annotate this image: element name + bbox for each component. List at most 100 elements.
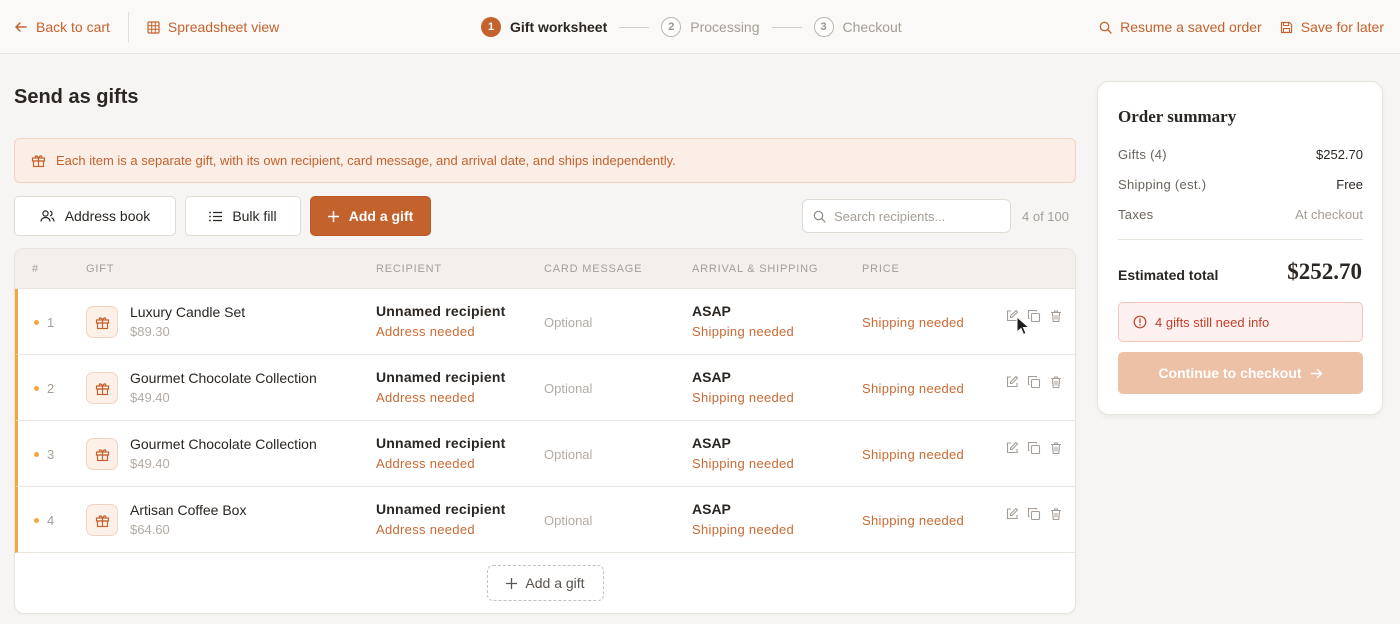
save-for-later-link[interactable]: Save for later xyxy=(1280,19,1384,35)
summary-divider xyxy=(1118,239,1363,240)
top-bar: Back to cart Spreadsheet view 1 Gift wor… xyxy=(0,0,1400,54)
gift-thumbnail xyxy=(86,438,118,470)
arrival-date[interactable]: ASAP xyxy=(692,369,731,385)
gift-thumbnail xyxy=(86,504,118,536)
shipping-status: Shipping needed xyxy=(692,456,795,471)
arrow-left-icon xyxy=(15,22,27,32)
edit-icon[interactable] xyxy=(1005,507,1019,521)
price-status: Shipping needed xyxy=(862,447,965,462)
card-message-field[interactable]: Optional xyxy=(544,447,592,462)
step-processing[interactable]: 2 Processing xyxy=(661,17,760,37)
header-gift: GIFT xyxy=(86,263,115,275)
search-input[interactable] xyxy=(834,208,1004,224)
trash-icon[interactable] xyxy=(1049,309,1063,323)
header-recipient: RECIPIENT xyxy=(376,263,442,275)
back-to-cart-link[interactable]: Back to cart xyxy=(14,19,110,35)
card-message-field[interactable]: Optional xyxy=(544,315,592,330)
recipient-status: Address needed xyxy=(376,390,475,405)
grid-icon xyxy=(147,20,160,34)
gift-name: Artisan Coffee Box xyxy=(130,502,247,518)
total-value: $252.70 xyxy=(1287,259,1362,284)
recipient-name[interactable]: Unnamed recipient xyxy=(376,435,505,451)
card-message-field[interactable]: Optional xyxy=(544,381,592,396)
recipient-name[interactable]: Unnamed recipient xyxy=(376,303,505,319)
trash-icon[interactable] xyxy=(1049,507,1063,521)
row-actions xyxy=(1005,507,1063,521)
duplicate-icon[interactable] xyxy=(1027,507,1041,521)
step-connector xyxy=(619,26,650,28)
toolbar: Address book Bulk fill Add a gift xyxy=(14,196,431,236)
step-connector xyxy=(771,26,802,28)
result-count: 4 of 100 xyxy=(1022,209,1069,224)
table-row[interactable]: 3 Gourmet Chocolate Collection $49.40 Un… xyxy=(15,421,1075,487)
recipient-status: Address needed xyxy=(376,324,475,339)
status-dot xyxy=(34,320,39,325)
missing-info-text: 4 gifts still need info xyxy=(1155,314,1270,330)
arrival-date[interactable]: ASAP xyxy=(692,435,731,451)
step-number: 3 xyxy=(813,17,834,37)
gift-price: $64.60 xyxy=(130,522,170,537)
top-bar-left: Back to cart Spreadsheet view xyxy=(14,0,279,54)
row-actions xyxy=(1005,441,1063,455)
duplicate-icon[interactable] xyxy=(1027,375,1041,389)
address-book-button[interactable]: Address book xyxy=(14,196,176,236)
recipient-name[interactable]: Unnamed recipient xyxy=(376,501,505,517)
gift-icon xyxy=(95,382,109,395)
duplicate-icon[interactable] xyxy=(1027,441,1041,455)
spreadsheet-view-label: Spreadsheet view xyxy=(167,19,280,35)
plus-icon xyxy=(506,577,518,589)
table-row[interactable]: 4 Artisan Coffee Box $64.60 Unnamed reci… xyxy=(15,487,1075,553)
gift-icon xyxy=(95,448,109,461)
status-dot xyxy=(34,518,39,523)
bulk-fill-button[interactable]: Bulk fill xyxy=(185,196,301,236)
step-gift-worksheet[interactable]: 1 Gift worksheet xyxy=(481,17,607,37)
order-summary-card: Order summary Gifts (4) $252.70 Shipping… xyxy=(1097,81,1383,415)
gift-price: $49.40 xyxy=(130,390,170,405)
table-row[interactable]: 2 Gourmet Chocolate Collection $49.40 Un… xyxy=(15,355,1075,421)
gift-thumbnail xyxy=(86,372,118,404)
step-number: 2 xyxy=(661,17,682,37)
step-checkout[interactable]: 3 Checkout xyxy=(813,17,902,37)
spreadsheet-view-link[interactable]: Spreadsheet view xyxy=(147,19,279,35)
save-icon xyxy=(1280,21,1292,33)
recipient-status: Address needed xyxy=(376,522,475,537)
list-icon xyxy=(209,211,223,221)
arrow-right-icon xyxy=(1310,368,1322,378)
table-row[interactable]: 1 Luxury Candle Set $89.30 Unnamed recip… xyxy=(15,289,1075,355)
taxes-label: Taxes xyxy=(1118,207,1154,222)
add-gift-row-button[interactable]: Add a gift xyxy=(487,565,604,601)
back-to-cart-label: Back to cart xyxy=(36,19,110,35)
step-number: 1 xyxy=(481,17,501,37)
recipient-name[interactable]: Unnamed recipient xyxy=(376,369,505,385)
divider xyxy=(127,12,129,42)
gift-price: $89.30 xyxy=(130,324,170,339)
banner-text: Each item is a separate gift, with its o… xyxy=(56,153,676,168)
summary-gifts-line: Gifts (4) $252.70 xyxy=(1118,147,1363,162)
status-dot xyxy=(34,452,39,457)
shipping-label: Shipping (est.) xyxy=(1118,177,1207,192)
edit-icon[interactable] xyxy=(1005,375,1019,389)
row-index: 2 xyxy=(47,381,55,396)
trash-icon[interactable] xyxy=(1049,441,1063,455)
gifts-value: $252.70 xyxy=(1316,147,1363,162)
search-icon xyxy=(813,210,826,223)
card-message-field[interactable]: Optional xyxy=(544,513,592,528)
row-actions xyxy=(1005,309,1063,323)
info-banner: Each item is a separate gift, with its o… xyxy=(14,138,1076,183)
gift-name: Gourmet Chocolate Collection xyxy=(130,436,317,452)
arrival-date[interactable]: ASAP xyxy=(692,501,731,517)
row-index: 1 xyxy=(47,315,55,330)
resume-order-label: Resume a saved order xyxy=(1120,19,1262,35)
row-index-cell: 4 xyxy=(34,513,54,528)
continue-to-checkout-button[interactable]: Continue to checkout xyxy=(1118,352,1363,394)
resume-order-link[interactable]: Resume a saved order xyxy=(1099,19,1262,35)
trash-icon[interactable] xyxy=(1049,375,1063,389)
header-index: # xyxy=(32,263,39,275)
shipping-status: Shipping needed xyxy=(692,522,795,537)
summary-taxes-line: Taxes At checkout xyxy=(1118,207,1363,222)
add-gift-button[interactable]: Add a gift xyxy=(310,196,431,236)
edit-icon[interactable] xyxy=(1005,441,1019,455)
users-icon xyxy=(40,210,55,222)
gift-name: Luxury Candle Set xyxy=(130,304,246,320)
arrival-date[interactable]: ASAP xyxy=(692,303,731,319)
